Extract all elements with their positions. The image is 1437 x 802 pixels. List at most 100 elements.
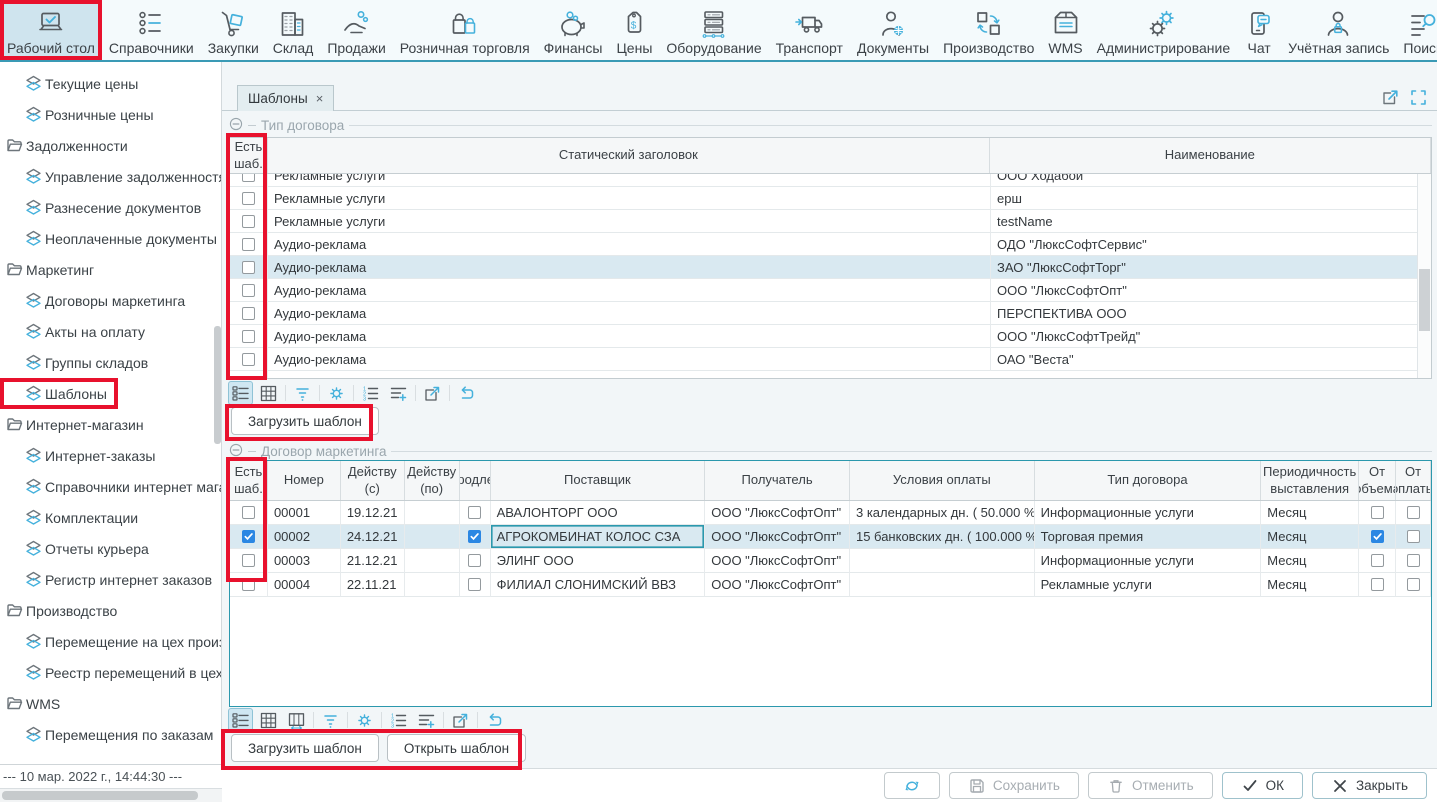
static-title-cell[interactable]: Рекламные услуги xyxy=(268,187,991,210)
name-cell[interactable]: testName xyxy=(991,210,1419,233)
static-title-cell[interactable]: Аудио-реклама xyxy=(268,279,991,302)
column-header-number[interactable]: Номер xyxy=(268,461,341,500)
sidebar-item[interactable]: Маркетинг xyxy=(0,254,221,285)
valid_to-cell[interactable] xyxy=(405,501,460,525)
numbered-list-icon[interactable]: 123 xyxy=(387,709,410,731)
by_volume-checkbox[interactable] xyxy=(1371,530,1384,543)
table-vertical-scrollbar[interactable] xyxy=(1417,174,1431,379)
tab-templates[interactable]: Шаблоны × xyxy=(237,85,334,111)
sidebar-item[interactable]: Регистр интернет заказов xyxy=(0,564,221,595)
grid-view-icon[interactable] xyxy=(257,709,280,731)
table-row[interactable]: Рекламные услугиtestName xyxy=(230,210,1431,233)
table-row[interactable]: 0000422.11.21ФИЛИАЛ СЛОНИМСКИЙ ВВЗООО "Л… xyxy=(230,573,1431,597)
contract_type-cell[interactable]: Информационные услуги xyxy=(1035,501,1262,525)
export-icon[interactable] xyxy=(449,709,472,731)
collapse-icon[interactable] xyxy=(229,443,243,460)
static-title-cell[interactable]: Аудио-реклама xyxy=(268,325,991,348)
payment_terms-cell[interactable]: 3 календарных дн. ( 50.000 %) xyxy=(850,501,1035,525)
topbar-item-production[interactable]: Производство xyxy=(936,0,1041,60)
valid_to-cell[interactable] xyxy=(405,549,460,573)
sidebar-item[interactable]: Реестр перемещений в цех xyxy=(0,657,221,688)
column-header-has_template[interactable]: Есть шаб. xyxy=(230,461,268,500)
valid_from-cell[interactable]: 24.12.21 xyxy=(341,525,405,549)
sidebar-item[interactable]: Задолженности xyxy=(0,130,221,161)
close-button[interactable]: Закрыть xyxy=(1312,772,1427,799)
topbar-item-documents[interactable]: Документы xyxy=(850,0,936,60)
by_payment-checkbox[interactable] xyxy=(1407,506,1420,519)
table-row[interactable] xyxy=(230,371,1431,379)
add-row-icon[interactable] xyxy=(415,709,438,731)
sidebar-item[interactable]: Перемещения по заказам xyxy=(0,719,221,750)
has-template-checkbox[interactable] xyxy=(242,284,255,297)
name-cell[interactable]: ЗАО "ЛюксСофтТорг" xyxy=(991,256,1419,279)
column-header-static_title[interactable]: Статический заголовок xyxy=(268,138,990,173)
prolong-checkbox[interactable] xyxy=(468,530,481,543)
load-template-button-1[interactable]: Загрузить шаблон xyxy=(231,407,379,435)
by_payment-checkbox[interactable] xyxy=(1407,530,1420,543)
horizontal-scrollbar-thumb[interactable] xyxy=(2,791,198,800)
payment_terms-cell[interactable]: 15 банковских дн. ( 100.000 % xyxy=(850,525,1035,549)
calendar-icon[interactable] xyxy=(285,709,308,731)
sidebar-item[interactable]: Производство xyxy=(0,595,221,626)
number-cell[interactable]: 00003 xyxy=(268,549,341,573)
numbered-list-icon[interactable]: 123 xyxy=(359,382,382,404)
column-header-period[interactable]: Периодичность выставления xyxy=(1261,461,1359,500)
valid_to-cell[interactable] xyxy=(405,525,460,549)
topbar-item-prices[interactable]: $Цены xyxy=(609,0,659,60)
topbar-item-purchases[interactable]: Закупки xyxy=(201,0,266,60)
tab-close-icon[interactable]: × xyxy=(316,91,324,106)
settings-icon[interactable] xyxy=(353,709,376,731)
sidebar-item[interactable]: Справочники интернет магазинов xyxy=(0,471,221,502)
has-template-checkbox[interactable] xyxy=(242,376,255,380)
cancel-button[interactable]: Отменить xyxy=(1088,772,1213,799)
grid-view-icon[interactable] xyxy=(257,382,280,404)
has-template-checkbox[interactable] xyxy=(242,215,255,228)
sidebar-item[interactable]: Отчеты курьера xyxy=(0,533,221,564)
sidebar-item[interactable]: Разнесение документов xyxy=(0,192,221,223)
sidebar-item[interactable]: Комплектации xyxy=(0,502,221,533)
sidebar-item[interactable]: Группы складов xyxy=(0,347,221,378)
table-row[interactable]: Аудио-рекламаОДО "ЛюксСофтСервис" xyxy=(230,233,1431,256)
has-template-checkbox[interactable] xyxy=(242,238,255,251)
column-header-prolong[interactable]: Продлен xyxy=(460,461,491,500)
by_volume-checkbox[interactable] xyxy=(1371,578,1384,591)
table-row[interactable]: Рекламные услугиерш xyxy=(230,187,1431,210)
supplier-cell[interactable]: АГРОКОМБИНАТ КОЛОС СЗА xyxy=(491,525,706,549)
has_template-checkbox[interactable] xyxy=(242,506,255,519)
topbar-item-finance[interactable]: Финансы xyxy=(537,0,610,60)
topbar-item-search[interactable]: Поиск xyxy=(1396,0,1437,60)
period-cell[interactable]: Месяц xyxy=(1261,573,1359,597)
topbar-item-wms[interactable]: WMS xyxy=(1041,0,1089,60)
column-header-valid_from[interactable]: Действу (с) xyxy=(341,461,405,500)
static-title-cell[interactable]: Аудио-реклама xyxy=(268,348,991,371)
horizontal-scrollbar[interactable] xyxy=(0,788,222,802)
table-row[interactable]: Рекламные услугиООО Ходабои xyxy=(230,174,1431,187)
has_template-checkbox[interactable] xyxy=(242,530,255,543)
list-view-icon[interactable] xyxy=(229,709,252,731)
by_volume-checkbox[interactable] xyxy=(1371,506,1384,519)
topbar-item-warehouse[interactable]: Склад xyxy=(266,0,321,60)
topbar-item-desktop[interactable]: Рабочий стол xyxy=(0,0,102,60)
open-template-button[interactable]: Открыть шаблон xyxy=(387,734,526,762)
sidebar-scrollbar[interactable] xyxy=(214,326,221,444)
table-row[interactable]: 0000224.12.21АГРОКОМБИНАТ КОЛОС СЗАООО "… xyxy=(230,525,1431,549)
collapse-icon[interactable] xyxy=(229,117,243,134)
filter-icon[interactable] xyxy=(319,709,342,731)
supplier-cell[interactable]: АВАЛОНТОРГ ООО xyxy=(491,501,706,525)
period-cell[interactable]: Месяц xyxy=(1261,549,1359,573)
sidebar-item[interactable]: Розничные цены xyxy=(0,99,221,130)
list-view-icon[interactable] xyxy=(229,382,252,404)
load-template-button-2[interactable]: Загрузить шаблон xyxy=(231,734,379,762)
column-header-by_volume[interactable]: От объема xyxy=(1359,461,1396,500)
name-cell[interactable]: ООО "ЛюксСофтТрейд" xyxy=(991,325,1419,348)
refresh-button[interactable] xyxy=(884,772,940,799)
sidebar-item[interactable]: Договоры маркетинга xyxy=(0,285,221,316)
sidebar-item[interactable]: Интернет-заказы xyxy=(0,440,221,471)
supplier-cell[interactable]: ЭЛИНГ ООО xyxy=(491,549,706,573)
number-cell[interactable]: 00001 xyxy=(268,501,341,525)
topbar-item-sales[interactable]: Продажи xyxy=(320,0,392,60)
name-cell[interactable]: ОАО "Веста" xyxy=(991,348,1419,371)
number-cell[interactable]: 00002 xyxy=(268,525,341,549)
export-icon[interactable] xyxy=(421,382,444,404)
column-header-by_payment[interactable]: От оплаты xyxy=(1396,461,1431,500)
